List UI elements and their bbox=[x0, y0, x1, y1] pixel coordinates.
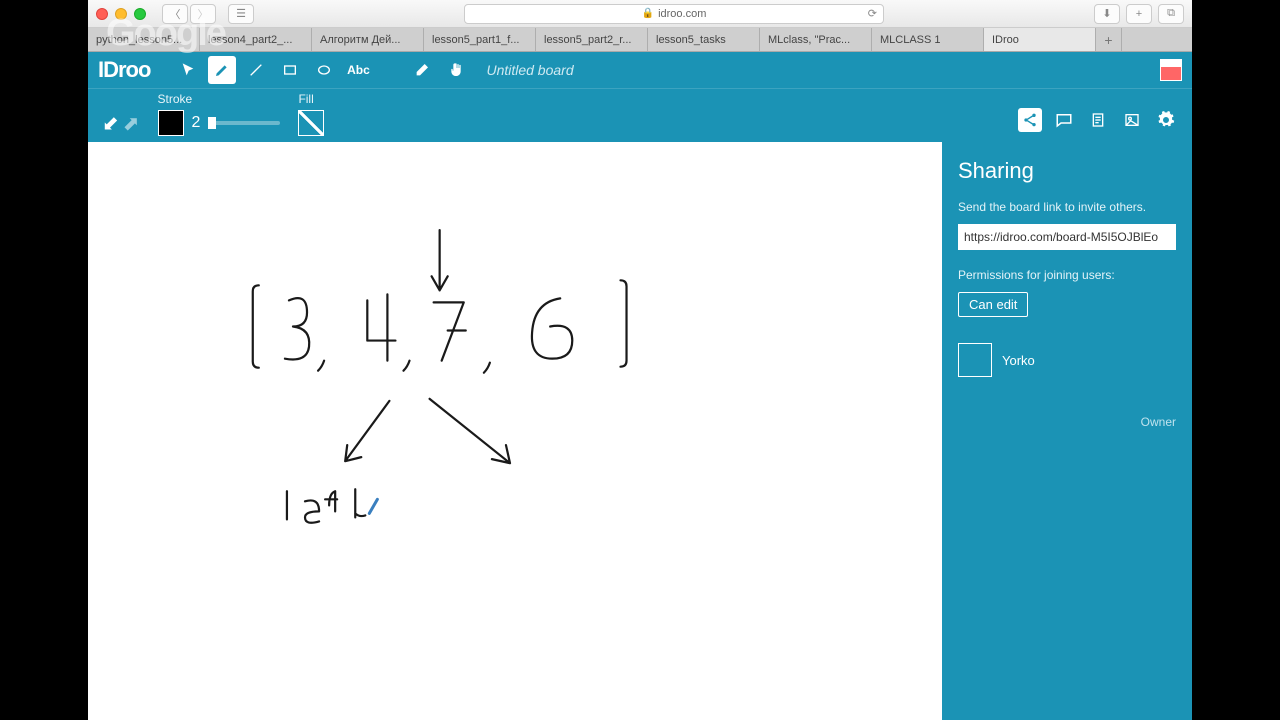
zoom-out-arrow[interactable]: ⬈ bbox=[123, 111, 140, 136]
new-tab-button[interactable]: + bbox=[1126, 4, 1152, 24]
eraser-tool[interactable] bbox=[408, 56, 436, 84]
stroke-width-slider[interactable] bbox=[208, 121, 280, 125]
fill-color-swatch[interactable] bbox=[298, 110, 324, 136]
board-title[interactable]: Untitled board bbox=[486, 62, 573, 78]
address-bar[interactable]: 🔒 idroo.com ⟳ bbox=[464, 4, 884, 24]
window-controls bbox=[96, 8, 146, 20]
whiteboard-canvas[interactable] bbox=[88, 142, 942, 720]
stroke-group: Stroke 2 bbox=[158, 92, 281, 136]
tab-8[interactable]: IDroo bbox=[984, 28, 1096, 51]
sharing-panel: Sharing Send the board link to invite ot… bbox=[942, 142, 1192, 720]
zoom-in-arrow[interactable]: ⬋ bbox=[102, 111, 119, 136]
fill-group: Fill bbox=[298, 92, 324, 136]
pen-tool[interactable] bbox=[208, 56, 236, 84]
permissions-dropdown[interactable]: Can edit bbox=[958, 292, 1028, 317]
browser-titlebar: 〈 〉 ☰ 🔒 idroo.com ⟳ ⬇ + ⧉ bbox=[88, 0, 1192, 28]
user-role: Owner bbox=[1141, 415, 1176, 429]
minimize-window-button[interactable] bbox=[115, 8, 127, 20]
text-tool[interactable]: Abc bbox=[344, 56, 372, 84]
stroke-color-swatch[interactable] bbox=[158, 110, 184, 136]
tab-3[interactable]: lesson5_part1_f... bbox=[424, 28, 536, 51]
chat-icon[interactable] bbox=[1052, 108, 1076, 132]
user-color-chip[interactable] bbox=[1160, 59, 1182, 81]
avatar bbox=[958, 343, 992, 377]
sharing-title: Sharing bbox=[958, 158, 1176, 184]
tabs-overview-button[interactable]: ⧉ bbox=[1158, 4, 1184, 24]
lock-icon: 🔒 bbox=[642, 8, 654, 19]
reload-icon[interactable]: ⟳ bbox=[868, 7, 877, 20]
user-name: Yorko bbox=[1002, 353, 1035, 368]
permissions-label: Permissions for joining users: bbox=[958, 268, 1176, 282]
fill-label: Fill bbox=[298, 92, 324, 106]
tab-5[interactable]: lesson5_tasks bbox=[648, 28, 760, 51]
share-icon[interactable] bbox=[1018, 108, 1042, 132]
back-button[interactable]: 〈 bbox=[162, 4, 188, 24]
stroke-label: Stroke bbox=[158, 92, 281, 106]
tab-1[interactable]: lesson4_part2_... bbox=[200, 28, 312, 51]
line-tool[interactable] bbox=[242, 56, 270, 84]
properties-bar: ⬋ ⬈ Stroke 2 Fill bbox=[88, 88, 1192, 142]
drawing-layer bbox=[88, 142, 942, 720]
settings-icon[interactable] bbox=[1154, 108, 1178, 132]
clipboard-icon[interactable] bbox=[1086, 108, 1110, 132]
idroo-app: IDroo Abc Untitl bbox=[88, 52, 1192, 720]
tab-strip: Google python_lesson5... lesson4_part2_.… bbox=[88, 28, 1192, 52]
maximize-window-button[interactable] bbox=[134, 8, 146, 20]
content-area: Sharing Send the board link to invite ot… bbox=[88, 142, 1192, 720]
tab-2[interactable]: Алгоритм Дей... bbox=[312, 28, 424, 51]
sharing-hint: Send the board link to invite others. bbox=[958, 200, 1176, 214]
url-host: idroo.com bbox=[658, 8, 706, 20]
forward-button[interactable]: 〉 bbox=[190, 4, 216, 24]
ellipse-tool[interactable] bbox=[310, 56, 338, 84]
main-toolbar: IDroo Abc Untitl bbox=[88, 52, 1192, 88]
downloads-button[interactable]: ⬇ bbox=[1094, 4, 1120, 24]
share-link-input[interactable] bbox=[958, 224, 1176, 250]
tab-6[interactable]: MLclass, "Prac... bbox=[760, 28, 872, 51]
stroke-width-value: 2 bbox=[192, 114, 201, 132]
image-icon[interactable] bbox=[1120, 108, 1144, 132]
tab-7[interactable]: MLCLASS 1 bbox=[872, 28, 984, 51]
browser-window: 〈 〉 ☰ 🔒 idroo.com ⟳ ⬇ + ⧉ Google python_… bbox=[88, 0, 1192, 720]
tab-4[interactable]: lesson5_part2_r... bbox=[536, 28, 648, 51]
new-tab-plus[interactable]: + bbox=[1096, 28, 1122, 51]
pointer-tool[interactable] bbox=[174, 56, 202, 84]
pan-tool[interactable] bbox=[442, 56, 470, 84]
rectangle-tool[interactable] bbox=[276, 56, 304, 84]
sidebar-toggle-button[interactable]: ☰ bbox=[228, 4, 254, 24]
tab-0[interactable]: python_lesson5... bbox=[88, 28, 200, 51]
user-row: Yorko bbox=[958, 343, 1176, 377]
app-logo: IDroo bbox=[98, 57, 150, 83]
close-window-button[interactable] bbox=[96, 8, 108, 20]
